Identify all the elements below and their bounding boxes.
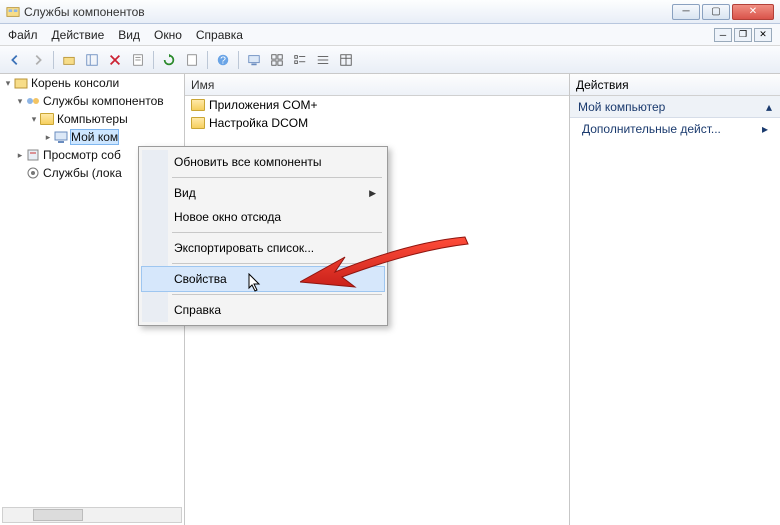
view-details-button[interactable] bbox=[336, 50, 356, 70]
ctx-label: Вид bbox=[174, 186, 196, 200]
menubar: Файл Действие Вид Окно Справка ─ ❐ ✕ bbox=[0, 24, 780, 46]
separator bbox=[172, 232, 382, 233]
computer-icon bbox=[54, 130, 68, 144]
ctx-new-window[interactable]: Новое окно отсюда bbox=[142, 205, 384, 229]
tree-root[interactable]: ▾ Корень консоли bbox=[0, 74, 184, 92]
view-list-button[interactable] bbox=[313, 50, 333, 70]
folder-icon bbox=[191, 99, 205, 111]
close-button[interactable]: ✕ bbox=[732, 4, 774, 20]
ctx-label: Новое окно отсюда bbox=[174, 210, 281, 224]
view-small-icons-button[interactable] bbox=[290, 50, 310, 70]
actions-pane: Действия Мой компьютер ▴ Дополнительные … bbox=[570, 74, 780, 525]
show-hide-tree-button[interactable] bbox=[82, 50, 102, 70]
view-computer-icon[interactable] bbox=[244, 50, 264, 70]
list-item-dcom-config[interactable]: Настройка DCOM bbox=[185, 114, 569, 132]
ctx-export-list[interactable]: Экспортировать список... bbox=[142, 236, 384, 260]
chevron-right-icon: ▶ bbox=[369, 188, 376, 199]
menu-help[interactable]: Справка bbox=[196, 28, 243, 42]
menu-action[interactable]: Действие bbox=[52, 28, 105, 42]
tree-label: Компьютеры bbox=[57, 112, 128, 126]
tree-item-computers[interactable]: ▾ Компьютеры bbox=[0, 110, 184, 128]
chevron-right-icon: ▸ bbox=[762, 122, 768, 136]
ctx-label: Свойства bbox=[174, 272, 227, 286]
column-header-name[interactable]: Имя bbox=[185, 74, 569, 96]
leaf-icon bbox=[14, 168, 26, 178]
export-button[interactable] bbox=[182, 50, 202, 70]
tree-label: Службы (лока bbox=[43, 166, 122, 180]
collapse-icon[interactable]: ▾ bbox=[28, 114, 40, 125]
help-button[interactable]: ? bbox=[213, 50, 233, 70]
separator bbox=[172, 263, 382, 264]
folder-icon bbox=[40, 112, 54, 126]
collapse-icon[interactable]: ▾ bbox=[2, 78, 14, 89]
component-services-icon bbox=[26, 94, 40, 108]
toolbar: ? bbox=[0, 46, 780, 74]
tree-horizontal-scrollbar[interactable] bbox=[2, 507, 182, 523]
separator bbox=[172, 294, 382, 295]
ctx-properties[interactable]: Свойства bbox=[142, 267, 384, 291]
titlebar: Службы компонентов ─ ▢ ✕ bbox=[0, 0, 780, 24]
list-item-com-apps[interactable]: Приложения COM+ bbox=[185, 96, 569, 114]
app-icon bbox=[6, 5, 20, 19]
up-button[interactable] bbox=[59, 50, 79, 70]
actions-more[interactable]: Дополнительные дейст... ▸ bbox=[570, 118, 780, 140]
actions-subject[interactable]: Мой компьютер ▴ bbox=[570, 96, 780, 118]
svg-text:?: ? bbox=[220, 54, 226, 66]
actions-more-label: Дополнительные дейст... bbox=[582, 122, 721, 136]
tree-label: Просмотр соб bbox=[43, 148, 121, 162]
tree-label: Службы компонентов bbox=[43, 94, 164, 108]
mdi-minimize-button[interactable]: ─ bbox=[714, 28, 732, 42]
minimize-button[interactable]: ─ bbox=[672, 4, 700, 20]
collapse-icon: ▴ bbox=[766, 100, 772, 114]
ctx-label: Обновить все компоненты bbox=[174, 155, 321, 169]
list-item-label: Настройка DCOM bbox=[209, 116, 308, 130]
ctx-label: Экспортировать список... bbox=[174, 241, 314, 255]
forward-button[interactable] bbox=[28, 50, 48, 70]
menu-view[interactable]: Вид bbox=[118, 28, 140, 42]
ctx-label: Справка bbox=[174, 303, 221, 317]
view-large-icons-button[interactable] bbox=[267, 50, 287, 70]
services-icon bbox=[26, 166, 40, 180]
menu-window[interactable]: Окно bbox=[154, 28, 182, 42]
context-menu: Обновить все компоненты Вид ▶ Новое окно… bbox=[138, 146, 388, 326]
tree-item-services[interactable]: ▾ Службы компонентов bbox=[0, 92, 184, 110]
actions-subject-label: Мой компьютер bbox=[578, 100, 665, 114]
tree-label: Мой ком bbox=[71, 130, 118, 144]
list-item-label: Приложения COM+ bbox=[209, 98, 318, 112]
delete-button[interactable] bbox=[105, 50, 125, 70]
folder-icon bbox=[191, 117, 205, 129]
menu-file[interactable]: Файл bbox=[8, 28, 38, 42]
refresh-button[interactable] bbox=[159, 50, 179, 70]
ctx-refresh-all[interactable]: Обновить все компоненты bbox=[142, 150, 384, 174]
actions-header: Действия bbox=[570, 74, 780, 96]
maximize-button[interactable]: ▢ bbox=[702, 4, 730, 20]
expand-icon[interactable]: ▸ bbox=[42, 132, 54, 143]
mdi-restore-button[interactable]: ❐ bbox=[734, 28, 752, 42]
workarea: ▾ Корень консоли ▾ Службы компонентов ▾ … bbox=[0, 74, 780, 525]
expand-icon[interactable]: ▸ bbox=[14, 150, 26, 161]
tree-root-label: Корень консоли bbox=[31, 76, 119, 90]
separator bbox=[172, 177, 382, 178]
tree-item-mycomputer[interactable]: ▸ Мой ком bbox=[0, 128, 184, 146]
ctx-view[interactable]: Вид ▶ bbox=[142, 181, 384, 205]
folder-icon bbox=[14, 76, 28, 90]
ctx-help[interactable]: Справка bbox=[142, 298, 384, 322]
collapse-icon[interactable]: ▾ bbox=[14, 96, 26, 107]
properties-button[interactable] bbox=[128, 50, 148, 70]
back-button[interactable] bbox=[5, 50, 25, 70]
event-viewer-icon bbox=[26, 148, 40, 162]
mdi-close-button[interactable]: ✕ bbox=[754, 28, 772, 42]
window-buttons: ─ ▢ ✕ bbox=[672, 4, 774, 20]
window-title: Службы компонентов bbox=[24, 5, 672, 19]
